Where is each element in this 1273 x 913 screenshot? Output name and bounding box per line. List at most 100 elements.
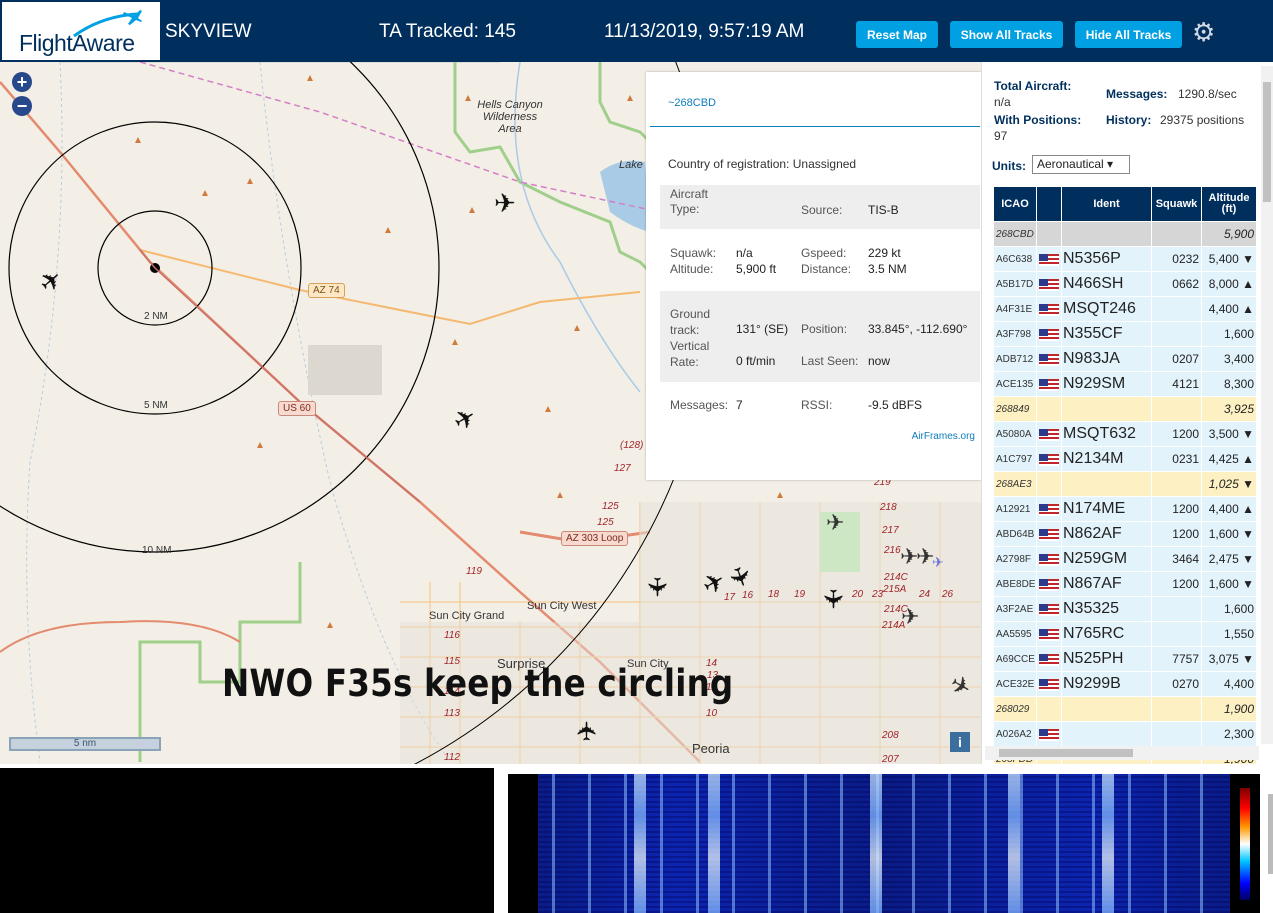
show-all-tracks-button[interactable]: Show All Tracks bbox=[950, 21, 1063, 48]
table-row[interactable]: A69CCE N525PH 7757 3,075 ▼ bbox=[994, 647, 1256, 671]
cell-flag bbox=[1037, 547, 1061, 571]
col-altitude[interactable]: Altitude (ft) bbox=[1202, 187, 1256, 221]
hide-all-tracks-button[interactable]: Hide All Tracks bbox=[1075, 21, 1182, 48]
table-row[interactable]: 268AE3 1,025 ▼ bbox=[994, 472, 1256, 496]
panel-vertical-scrollbar[interactable] bbox=[1261, 66, 1273, 744]
table-row[interactable]: 268CBD 5,900 bbox=[994, 222, 1256, 246]
aircraft-marker[interactable]: ✈ bbox=[932, 549, 944, 575]
info-icon[interactable]: i bbox=[950, 732, 970, 752]
cell-flag bbox=[1037, 672, 1061, 696]
cell-flag bbox=[1037, 622, 1061, 646]
cell-altitude: 8,300 bbox=[1202, 372, 1256, 396]
cell-squawk: 7757 bbox=[1152, 647, 1201, 671]
us60-label: US 60 bbox=[278, 401, 316, 416]
table-row[interactable]: 268849 3,925 bbox=[994, 397, 1256, 421]
cell-ident: N259GM bbox=[1062, 547, 1151, 571]
waterfall-signal bbox=[538, 774, 1230, 913]
units-label: Units: bbox=[992, 159, 1026, 173]
table-row[interactable]: ACE135 N929SM 4121 8,300 bbox=[994, 372, 1256, 396]
us-flag-icon bbox=[1039, 603, 1059, 616]
waterfall-colorbar bbox=[1240, 788, 1250, 900]
aircraft-marker[interactable]: ✈ bbox=[826, 510, 844, 536]
black-video-panel bbox=[0, 768, 494, 913]
cell-flag bbox=[1037, 247, 1061, 271]
scrollbar-thumb[interactable] bbox=[1263, 82, 1271, 202]
total-aircraft-value: n/a bbox=[994, 95, 1011, 109]
popup-hex[interactable]: ~268CBD bbox=[668, 97, 716, 109]
us-flag-icon bbox=[1039, 653, 1059, 666]
selected-aircraft-popup: ~268CBD Country of registration: Unassig… bbox=[646, 72, 981, 480]
table-row[interactable]: A5080A MSQT632 1200 3,500 ▼ bbox=[994, 422, 1256, 446]
cell-ident: MSQT632 bbox=[1062, 422, 1151, 446]
us-flag-icon bbox=[1039, 278, 1059, 291]
table-row[interactable]: 268029 1,900 bbox=[994, 697, 1256, 721]
table-row[interactable]: ABD64B N862AF 1200 1,600 ▼ bbox=[994, 522, 1256, 546]
history-label: History: bbox=[1106, 113, 1152, 127]
airframes-link[interactable]: AirFrames.org bbox=[912, 431, 975, 442]
az303-label: AZ 303 Loop bbox=[561, 531, 629, 546]
table-row[interactable]: A3F798 N355CF 1,600 bbox=[994, 322, 1256, 346]
aircraft-marker[interactable]: ✈ bbox=[494, 190, 516, 216]
road-215a: 215A bbox=[883, 584, 907, 595]
cell-altitude: 4,425 ▲ bbox=[1202, 447, 1256, 471]
cell-icao: ABD64B bbox=[994, 522, 1036, 546]
us-flag-icon bbox=[1039, 528, 1059, 541]
col-icao[interactable]: ICAO bbox=[994, 187, 1036, 221]
road-17: 17 bbox=[724, 592, 736, 603]
cell-icao: 268849 bbox=[994, 397, 1036, 421]
table-row[interactable]: AA5595 N765RC 1,550 bbox=[994, 622, 1256, 646]
cell-icao: A4F31E bbox=[994, 297, 1036, 321]
zoom-out-button[interactable]: − bbox=[12, 96, 32, 116]
us-flag-icon bbox=[1039, 728, 1059, 741]
table-row[interactable]: ADB712 N983JA 0207 3,400 bbox=[994, 347, 1256, 371]
messages-label: Messages: bbox=[670, 398, 729, 412]
source-value: TIS-B bbox=[868, 203, 899, 217]
scrollbar-thumb[interactable] bbox=[999, 749, 1133, 757]
messages-rate-label: Messages: bbox=[1106, 87, 1168, 101]
table-row[interactable]: ABE8DE N867AF 1200 1,600 ▼ bbox=[994, 572, 1256, 596]
table-row[interactable]: A3F2AE N35325 1,600 bbox=[994, 597, 1256, 621]
zoom-in-button[interactable]: + bbox=[12, 72, 32, 92]
cell-ident: N867AF bbox=[1062, 572, 1151, 596]
road-112: 112 bbox=[444, 752, 460, 763]
cell-squawk bbox=[1152, 697, 1201, 721]
cell-ident: N862AF bbox=[1062, 522, 1151, 546]
cell-squawk: 1200 bbox=[1152, 572, 1201, 596]
table-row[interactable]: A026A2 2,300 bbox=[994, 722, 1256, 746]
distance-label: Distance: bbox=[801, 262, 852, 276]
gear-icon[interactable]: ⚙ bbox=[1192, 19, 1215, 45]
cell-squawk bbox=[1152, 597, 1201, 621]
distance-value: 3.5 NM bbox=[868, 262, 907, 276]
lake-label: Lake bbox=[619, 159, 643, 171]
flightaware-logo[interactable]: FlightAware bbox=[2, 2, 160, 60]
panel-horizontal-scrollbar[interactable] bbox=[985, 746, 1259, 760]
col-flag[interactable] bbox=[1037, 187, 1061, 221]
col-squawk[interactable]: Squawk bbox=[1152, 187, 1201, 221]
table-row[interactable]: A4F31E MSQT246 4,400 ▲ bbox=[994, 297, 1256, 321]
units-select[interactable]: Aeronautical ▾ bbox=[1032, 155, 1130, 174]
table-row[interactable]: A2798F N259GM 3464 2,475 ▼ bbox=[994, 547, 1256, 571]
logo-text: FlightAware bbox=[19, 30, 135, 56]
cell-altitude: 3,500 ▼ bbox=[1202, 422, 1256, 446]
map-scale-bar: 5 nm bbox=[9, 737, 161, 751]
table-row[interactable]: A12921 N174ME 1200 4,400 ▲ bbox=[994, 497, 1256, 521]
cell-squawk: 1200 bbox=[1152, 422, 1201, 446]
table-row[interactable]: ACE32E N9299B 0270 4,400 bbox=[994, 672, 1256, 696]
col-ident[interactable]: Ident bbox=[1062, 187, 1151, 221]
table-row[interactable]: A6C638 N5356P 0232 5,400 ▼ bbox=[994, 247, 1256, 271]
current-datetime: 11/13/2019, 9:57:19 AM bbox=[604, 21, 805, 42]
table-row[interactable]: A1C797 N2134M 0231 4,425 ▲ bbox=[994, 447, 1256, 471]
table-row[interactable]: A5B17D N466SH 0662 8,000 ▲ bbox=[994, 272, 1256, 296]
last-seen-value: now bbox=[868, 354, 891, 368]
signal-band bbox=[1008, 774, 1020, 913]
reset-map-button[interactable]: Reset Map bbox=[856, 21, 938, 48]
aircraft-marker[interactable]: ✈ bbox=[642, 576, 672, 598]
cell-icao: A5080A bbox=[994, 422, 1036, 446]
aircraft-marker[interactable]: ✈ bbox=[572, 720, 602, 742]
with-positions-value: 97 bbox=[994, 129, 1008, 143]
tracked-count: TA Tracked: 145 bbox=[379, 21, 516, 42]
aircraft-marker[interactable]: ✈ bbox=[818, 588, 848, 610]
aircraft-marker[interactable]: ✈ bbox=[901, 604, 919, 630]
cell-icao: A5B17D bbox=[994, 272, 1036, 296]
cell-flag bbox=[1037, 322, 1061, 346]
